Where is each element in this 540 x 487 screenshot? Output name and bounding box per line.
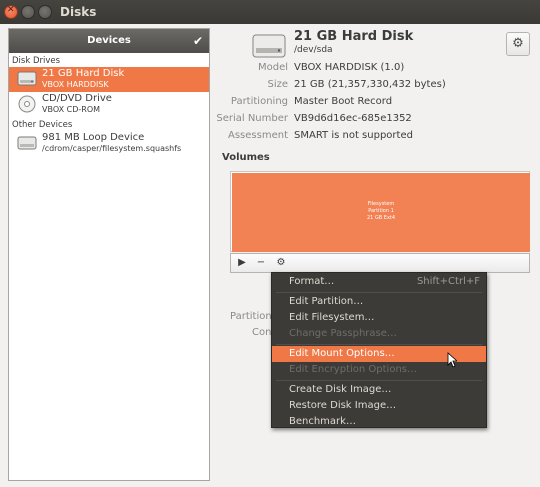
property-key: Model xyxy=(257,62,288,73)
partition-label-3: 21 GB Ext4 xyxy=(366,215,396,221)
partition-label-2: Partition 1 xyxy=(368,208,394,214)
property-partitioning: Partitioning Master Boot Record xyxy=(214,96,540,112)
delete-partition-minus-icon[interactable]: − xyxy=(253,256,269,270)
sidebar-item-hard-disk[interactable]: 21 GB Hard Disk VBOX HARDDISK xyxy=(9,67,209,92)
menu-item-label: Format… xyxy=(289,276,335,287)
optical-disc-icon xyxy=(18,95,36,113)
partition-label-1: Filesystem xyxy=(367,201,395,207)
menu-item-create-disk-image[interactable]: Create Disk Image… xyxy=(272,382,486,398)
devices-sidebar: Devices ✔ Disk Drives 21 GB Hard Disk VB… xyxy=(8,28,210,481)
partition-gear-icon[interactable]: ⚙ xyxy=(273,256,289,270)
mount-play-icon[interactable]: ▶ xyxy=(234,256,250,270)
property-serial-number: Serial Number VB9d6d16ec-685e1352 xyxy=(214,113,540,129)
menu-item-restore-disk-image[interactable]: Restore Disk Image… xyxy=(272,398,486,414)
property-value: 21 GB (21,357,330,432 bytes) xyxy=(294,79,446,90)
sidebar-item-label: 981 MB Loop Device xyxy=(42,132,145,143)
menu-item-accelerator: Shift+Ctrl+F xyxy=(416,276,480,287)
gear-icon: ⚙ xyxy=(512,36,524,51)
sidebar-item-loop-device[interactable]: 981 MB Loop Device /cdrom/casper/filesys… xyxy=(9,131,209,156)
menu-item-benchmark[interactable]: Benchmark… xyxy=(272,414,486,430)
sidebar-item-sublabel: VBOX CD-ROM xyxy=(42,105,101,114)
disk-device-path: /dev/sda xyxy=(294,45,333,55)
hard-disk-icon xyxy=(252,34,286,58)
check-icon[interactable]: ✔ xyxy=(193,29,203,53)
partition-key-partial: Partition xyxy=(230,311,272,322)
loop-device-icon xyxy=(17,136,37,150)
menu-item-change-passphrase[interactable]: Change Passphrase… xyxy=(272,326,486,342)
partition-context-menu: Format… Shift+Ctrl+F Edit Partition… Edi… xyxy=(271,272,487,428)
menu-separator xyxy=(276,292,482,293)
menu-separator xyxy=(276,380,482,381)
sidebar-item-sublabel: VBOX HARDDISK xyxy=(42,80,109,89)
property-value: SMART is not supported xyxy=(294,130,413,141)
sidebar-item-label: CD/DVD Drive xyxy=(42,93,112,104)
property-value: VB9d6d16ec-685e1352 xyxy=(294,113,412,124)
mouse-pointer-icon xyxy=(447,352,457,368)
volume-map: Filesystem Partition 1 21 GB Ext4 xyxy=(230,171,530,252)
volumes-heading: Volumes xyxy=(222,152,270,163)
menu-item-format[interactable]: Format… Shift+Ctrl+F xyxy=(272,274,486,290)
property-key: Assessment xyxy=(228,130,288,141)
menu-item-edit-filesystem[interactable]: Edit Filesystem… xyxy=(272,310,486,326)
disk-title: 21 GB Hard Disk xyxy=(294,29,414,44)
volume-toolbar: ▶ − ⚙ xyxy=(230,253,530,273)
menu-item-edit-partition[interactable]: Edit Partition… xyxy=(272,294,486,310)
property-assessment: Assessment SMART is not supported xyxy=(214,130,540,146)
property-key: Partitioning xyxy=(230,96,288,107)
sidebar-group-other-devices: Other Devices xyxy=(12,120,73,130)
window-title: Disks xyxy=(60,5,97,19)
property-value: Master Boot Record xyxy=(294,96,393,107)
maximize-window-button[interactable] xyxy=(38,5,52,19)
menu-separator xyxy=(276,344,482,345)
sidebar-item-sublabel: /cdrom/casper/filesystem.squashfs xyxy=(42,144,182,153)
minimize-window-button[interactable] xyxy=(21,5,35,19)
property-key: Size xyxy=(267,79,288,90)
sidebar-group-disk-drives: Disk Drives xyxy=(12,56,61,66)
hard-disk-icon xyxy=(17,71,37,86)
property-size: Size 21 GB (21,357,330,432 bytes) xyxy=(214,79,540,95)
close-window-button[interactable] xyxy=(4,5,18,19)
property-key: Serial Number xyxy=(216,113,288,124)
sidebar-item-cd-dvd-drive[interactable]: CD/DVD Drive VBOX CD-ROM xyxy=(9,92,209,117)
title-bar: Disks xyxy=(0,0,540,24)
property-value: VBOX HARDDISK (1.0) xyxy=(294,62,405,73)
sidebar-item-label: 21 GB Hard Disk xyxy=(42,68,125,79)
property-model: Model VBOX HARDDISK (1.0) xyxy=(214,62,540,78)
sidebar-header-label: Devices xyxy=(87,35,131,46)
partition-block[interactable]: Filesystem Partition 1 21 GB Ext4 xyxy=(232,173,530,252)
sidebar-header: Devices ✔ xyxy=(9,29,209,53)
drive-settings-button[interactable]: ⚙ xyxy=(506,32,530,56)
